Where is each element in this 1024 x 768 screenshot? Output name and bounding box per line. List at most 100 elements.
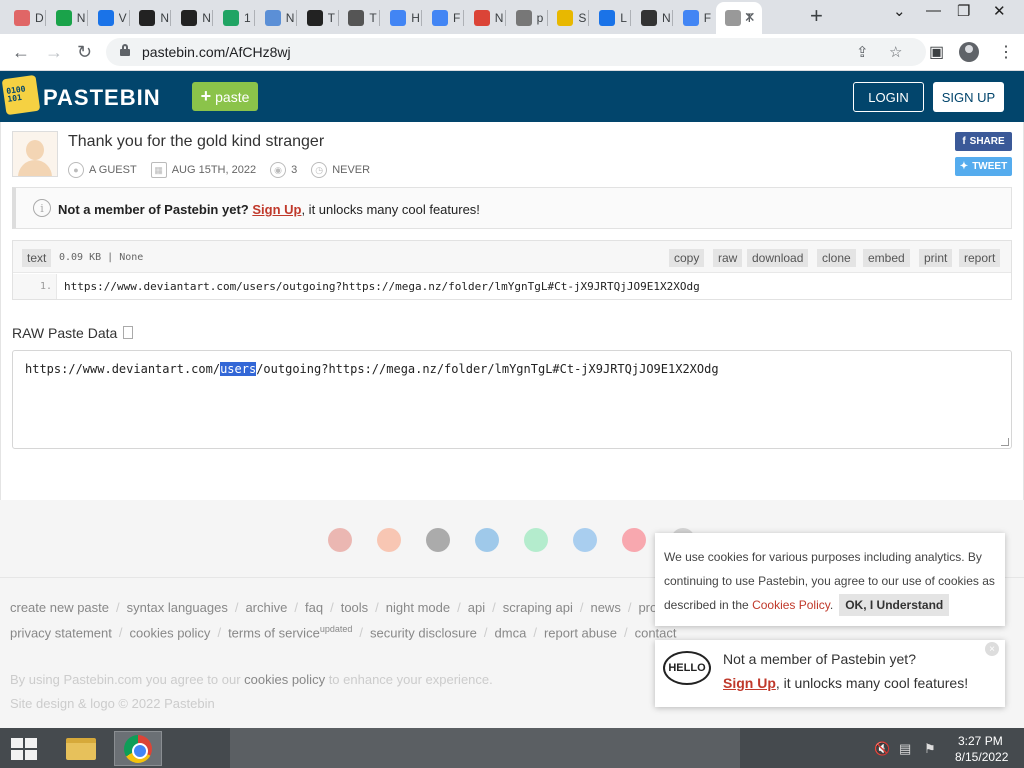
- forward-icon[interactable]: →: [45, 42, 63, 63]
- raw-button[interactable]: raw: [713, 249, 743, 267]
- browser-tab[interactable]: N: [465, 4, 505, 32]
- lock-icon[interactable]: [120, 44, 130, 56]
- check-icon: [97, 10, 114, 26]
- raw-paste-textarea[interactable]: https://www.deviantart.com/users/outgoin…: [12, 350, 1012, 449]
- browser-tab[interactable]: L: [590, 4, 630, 32]
- print-button[interactable]: print: [919, 249, 953, 267]
- firefox-app-icon[interactable]: [377, 528, 401, 552]
- side-panel-icon[interactable]: ▣: [929, 42, 944, 62]
- signup-button[interactable]: SIGN UP: [933, 82, 1004, 112]
- footer-link-syntax-languages[interactable]: syntax languages: [127, 600, 228, 615]
- close-tab-icon[interactable]: ✕: [744, 9, 756, 26]
- report-button[interactable]: report: [959, 249, 1001, 267]
- tab-search-icon[interactable]: ⌄: [893, 2, 906, 20]
- opera-app-icon[interactable]: [622, 528, 646, 552]
- reload-icon[interactable]: ↻: [77, 42, 92, 63]
- browser-tab[interactable]: F: [423, 4, 463, 32]
- browser-tab[interactable]: T: [298, 4, 338, 32]
- twitter-share-button[interactable]: ✦ TWEET: [955, 157, 1012, 176]
- link-separator: /: [533, 625, 537, 641]
- browser-tab[interactable]: F: [674, 4, 714, 32]
- browser-tab[interactable]: 1: [214, 4, 254, 32]
- footer-cookies-link[interactable]: cookies policy: [244, 672, 325, 687]
- pastebin-logo-icon[interactable]: 0100 101: [1, 74, 41, 116]
- minimize-icon[interactable]: —: [926, 2, 941, 19]
- notice-lead: Not a member of Pastebin yet?: [58, 202, 249, 217]
- browser-tab[interactable]: N: [632, 4, 672, 32]
- close-popup-icon[interactable]: ×: [985, 642, 999, 656]
- browser-tab[interactable]: D: [5, 4, 45, 32]
- taskbar-date[interactable]: 8/15/2022: [955, 750, 1008, 764]
- network-icon[interactable]: ▤: [899, 741, 911, 757]
- back-icon[interactable]: ←: [12, 42, 30, 63]
- browser-tab[interactable]: N: [47, 4, 87, 32]
- join-signup-link[interactable]: Sign Up: [723, 675, 776, 691]
- browser-tab[interactable]: T: [339, 4, 379, 32]
- share-label: SHARE: [969, 136, 1005, 147]
- footer-link-tools[interactable]: tools: [341, 600, 368, 615]
- close-window-icon[interactable]: ✕: [993, 2, 1006, 20]
- cookie-policy-link[interactable]: Cookies Policy: [752, 598, 830, 612]
- footer-link-archive[interactable]: archive: [245, 600, 287, 615]
- new-tab-button[interactable]: +: [810, 5, 823, 27]
- browser-tab[interactable]: V: [89, 4, 129, 32]
- footer-link-faq[interactable]: faq: [305, 600, 323, 615]
- profile-avatar-icon[interactable]: [959, 42, 979, 62]
- resize-handle-icon[interactable]: [1001, 438, 1009, 446]
- footer-link-night-mode[interactable]: night mode: [386, 600, 450, 615]
- footer-link-api[interactable]: api: [468, 600, 485, 615]
- google-icon: [390, 10, 407, 26]
- start-button[interactable]: [11, 738, 37, 760]
- menu-kebab-icon[interactable]: ⋮: [998, 42, 1014, 62]
- windows-app-icon[interactable]: [475, 528, 499, 552]
- link-separator: /: [483, 625, 488, 641]
- footer-link-dmca[interactable]: dmca: [495, 625, 527, 640]
- address-bar[interactable]: pastebin.com/AfCHz8wj ⇪ ☆: [106, 38, 926, 66]
- taskbar-window-preview: [230, 728, 740, 768]
- browser-tab[interactable]: N: [130, 4, 170, 32]
- copy-icon[interactable]: [123, 326, 134, 339]
- share-page-icon[interactable]: ⇪: [856, 43, 869, 61]
- speaker-muted-icon[interactable]: 🔇: [874, 741, 890, 757]
- action-center-icon[interactable]: ⚑: [924, 741, 936, 757]
- browser-tab[interactable]: S: [548, 4, 588, 32]
- syntax-language-tag[interactable]: text: [22, 249, 52, 267]
- notice-signup-link[interactable]: Sign Up: [252, 202, 301, 217]
- file-explorer-taskbar-button[interactable]: [57, 731, 105, 766]
- download-button[interactable]: download: [747, 249, 809, 267]
- footer-link-cookies-policy[interactable]: cookies policy: [130, 625, 211, 640]
- chrome-app-icon[interactable]: [328, 528, 352, 552]
- code-line: 1. https://www.deviantart.com/users/outg…: [13, 274, 1011, 299]
- new-paste-button[interactable]: + paste: [192, 82, 258, 111]
- browser-tab[interactable]: H: [381, 4, 421, 32]
- site-brand[interactable]: PASTEBIN: [43, 85, 161, 111]
- macos-app-icon[interactable]: [573, 528, 597, 552]
- link-separator: /: [116, 600, 120, 615]
- raw-paste-text[interactable]: https://www.deviantart.com/users/outgoin…: [25, 362, 719, 376]
- chrome-taskbar-button[interactable]: [114, 731, 162, 766]
- browser-tab[interactable]: N: [256, 4, 296, 32]
- restore-icon[interactable]: ❐: [957, 2, 970, 20]
- footer-link-create-new-paste[interactable]: create new paste: [10, 600, 109, 615]
- url-text[interactable]: pastebin.com/AfCHz8wj: [142, 44, 291, 60]
- android-app-icon[interactable]: [524, 528, 548, 552]
- browser-tab[interactable]: T ✕: [715, 2, 762, 34]
- taskbar-time[interactable]: 3:27 PM: [958, 734, 1003, 748]
- clone-button[interactable]: clone: [817, 249, 856, 267]
- footer-link-contact[interactable]: contact: [635, 625, 677, 640]
- browser-tab[interactable]: p: [507, 4, 547, 32]
- browser-tab[interactable]: N: [172, 4, 212, 32]
- ios-app-icon[interactable]: [426, 528, 450, 552]
- facebook-share-button[interactable]: f SHARE: [955, 132, 1012, 151]
- footer-link-terms-of-service[interactable]: terms of service: [228, 625, 320, 640]
- bookmark-star-icon[interactable]: ☆: [889, 43, 902, 61]
- cookie-accept-button[interactable]: OK, I Understand: [839, 594, 950, 616]
- embed-button[interactable]: embed: [863, 249, 910, 267]
- copy-button[interactable]: copy: [669, 249, 705, 267]
- login-button[interactable]: LOGIN: [853, 82, 924, 112]
- footer-link-scraping-api[interactable]: scraping api: [503, 600, 573, 615]
- footer-link-report-abuse[interactable]: report abuse: [544, 625, 617, 640]
- footer-link-privacy-statement[interactable]: privacy statement: [10, 625, 112, 640]
- footer-link-news[interactable]: news: [590, 600, 620, 615]
- footer-link-security-disclosure[interactable]: security disclosure: [370, 625, 477, 640]
